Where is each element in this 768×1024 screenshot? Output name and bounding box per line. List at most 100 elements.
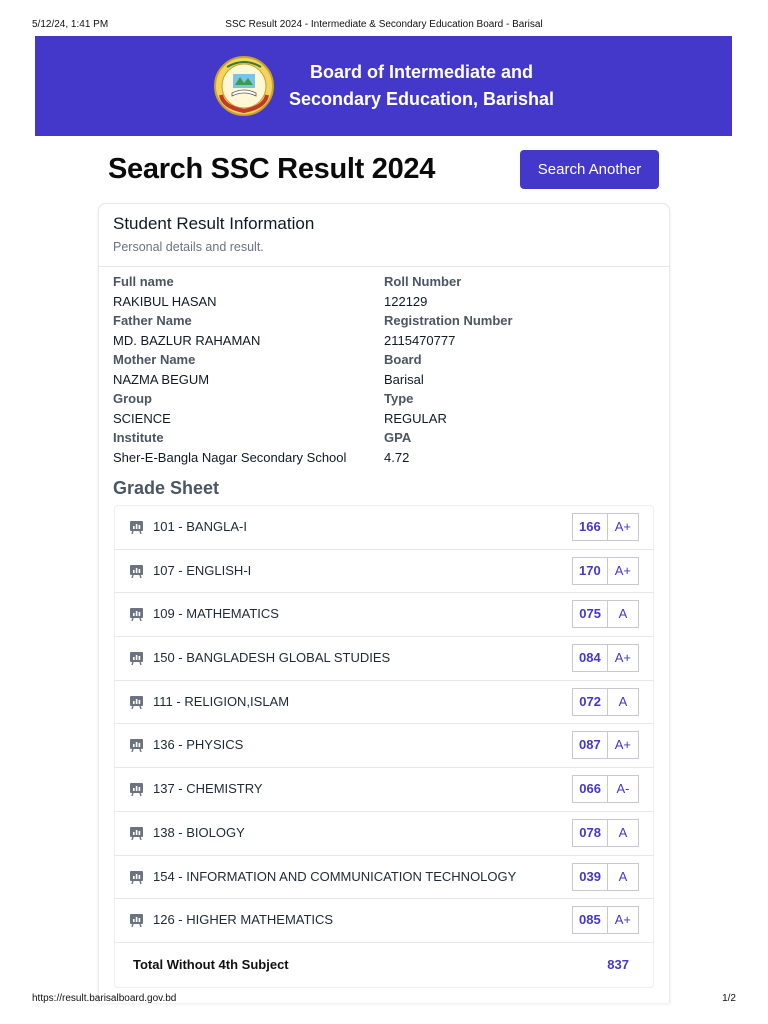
- info-label: GPA: [384, 430, 412, 445]
- chart-icon: [130, 564, 143, 578]
- subject-mark: 166: [573, 514, 608, 540]
- subject-name: 150 - BANGLADESH GLOBAL STUDIES: [153, 650, 391, 666]
- total-value: 837: [607, 956, 629, 972]
- card-header: Student Result Information Personal deta…: [99, 204, 669, 267]
- student-info-right-column: Roll Number 122129 Registration Number 2…: [384, 272, 644, 467]
- subject-mark: 072: [573, 688, 608, 715]
- grade-sheet-title: Grade Sheet: [113, 478, 220, 498]
- subject-mark: 084: [573, 645, 608, 672]
- subject-name: 101 - BANGLA-I: [153, 519, 247, 534]
- chart-icon: [130, 739, 143, 753]
- grade-row: 111 - RELIGION,ISLAM 072 A: [115, 681, 653, 725]
- subject-grade: A: [618, 606, 628, 622]
- grade-row: 126 - HIGHER MATHEMATICS 085 A+: [115, 899, 653, 943]
- info-label: Board: [384, 352, 422, 367]
- info-label: Group: [113, 391, 152, 406]
- grade-row: 101 - BANGLA-I 166 A+: [115, 506, 653, 550]
- student-info: Full name RAKIBUL HASAN Father Name MD. …: [99, 267, 669, 467]
- info-value: REGULAR: [384, 410, 447, 426]
- grade-box: 166 A+: [572, 513, 639, 541]
- grade-row: 137 - CHEMISTRY 066 A-: [115, 768, 653, 812]
- subject-grade: A-: [616, 781, 630, 797]
- grade-box: 075 A: [572, 600, 639, 629]
- grade-row: 136 - PHYSICS 087 A+: [115, 724, 653, 769]
- student-result-card: Student Result Information Personal deta…: [98, 203, 670, 1003]
- grade-box: 085 A+: [572, 906, 639, 935]
- subject-mark: 039: [573, 863, 608, 890]
- info-value: SCIENCE: [113, 410, 171, 426]
- grade-box: 087 A+: [572, 731, 639, 760]
- subject-grade: A+: [614, 737, 631, 753]
- card-subtitle: Personal details and result.: [113, 240, 264, 254]
- student-info-left-column: Full name RAKIBUL HASAN Father Name MD. …: [113, 272, 373, 467]
- subject-mark: 075: [573, 601, 608, 628]
- grade-sheet-list: 101 - BANGLA-I 166 A+ 107 - ENGLISH-I 170 A+ 1…: [114, 505, 654, 988]
- grade-row: 150 - BANGLADESH GLOBAL STUDIES 084 A+: [115, 637, 653, 681]
- chart-icon: [130, 521, 143, 534]
- info-value: 4.72: [384, 449, 410, 465]
- grade-row: 107 - ENGLISH-I 170 A+: [115, 550, 653, 594]
- banner-title-line2: Secondary Education, Barishal: [288, 89, 555, 109]
- subject-grade: A: [618, 824, 628, 840]
- search-another-button[interactable]: Search Another: [520, 150, 659, 189]
- heading-row: Search SSC Result 2024 Search Another: [108, 150, 659, 190]
- info-value: 122129: [384, 293, 428, 309]
- chart-icon: [130, 608, 143, 622]
- info-label: Institute: [113, 430, 164, 445]
- info-label: Roll Number: [384, 274, 462, 289]
- subject-mark: 087: [573, 732, 608, 759]
- subject-name: 154 - INFORMATION AND COMMUNICATION TECH…: [153, 868, 517, 884]
- info-value: Sher-E-Bangla Nagar Secondary School: [113, 449, 347, 465]
- info-value: RAKIBUL HASAN: [113, 293, 217, 309]
- banner-title-line1: Board of Intermediate and: [309, 62, 533, 82]
- grade-box: 078 A: [572, 818, 639, 847]
- card-title: Student Result Information: [113, 214, 315, 233]
- total-label: Total Without 4th Subject: [133, 956, 289, 972]
- info-label: Registration Number: [384, 313, 513, 328]
- subject-mark: 066: [573, 776, 608, 803]
- subject-name: 126 - HIGHER MATHEMATICS: [153, 912, 334, 928]
- banner-title: Board of Intermediate and Secondary Educ…: [289, 59, 554, 113]
- board-banner: Board of Intermediate and Secondary Educ…: [35, 36, 732, 136]
- info-label: Full name: [113, 274, 174, 289]
- grade-row: 109 - MATHEMATICS 075 A: [115, 593, 653, 638]
- subject-grade: A+: [614, 650, 631, 666]
- grade-box: 084 A+: [572, 644, 639, 673]
- info-value: Barisal: [384, 371, 424, 387]
- subject-mark: 170: [573, 557, 608, 584]
- chart-icon: [130, 870, 143, 884]
- subject-mark: 085: [573, 907, 608, 934]
- info-label: Mother Name: [113, 352, 196, 367]
- subject-name: 138 - BIOLOGY: [153, 824, 245, 840]
- chart-icon: [130, 783, 143, 797]
- grade-row: 138 - BIOLOGY 078 A: [115, 812, 653, 856]
- subject-name: 136 - PHYSICS: [153, 737, 244, 753]
- board-seal-icon: [213, 56, 274, 116]
- subject-grade: A: [618, 693, 628, 709]
- chart-icon: [130, 914, 143, 928]
- subject-grade: A+: [614, 912, 631, 928]
- grade-row: 154 - INFORMATION AND COMMUNICATION TECH…: [115, 856, 653, 900]
- info-value: MD. BAZLUR RAHAMAN: [113, 332, 261, 348]
- info-value: 2115470777: [384, 332, 456, 348]
- grade-box: 066 A-: [572, 775, 639, 804]
- subject-name: 137 - CHEMISTRY: [153, 781, 263, 797]
- print-header: 5/12/24, 1:41 PM SSC Result 2024 - Inter…: [32, 19, 736, 33]
- subject-name: 107 - ENGLISH-I: [153, 562, 252, 578]
- subject-grade: A+: [614, 562, 631, 578]
- grade-box: 072 A: [572, 687, 639, 716]
- page-title: Search SSC Result 2024: [108, 153, 436, 185]
- page-number: 1/2: [722, 993, 736, 1004]
- print-document-title: SSC Result 2024 - Intermediate & Seconda…: [225, 19, 543, 30]
- info-label: Type: [384, 391, 414, 406]
- subject-grade: A: [618, 868, 628, 884]
- total-row: Total Without 4th Subject 837: [115, 943, 653, 987]
- info-label: Father Name: [113, 313, 192, 328]
- subject-mark: 078: [573, 819, 608, 846]
- chart-icon: [130, 826, 143, 840]
- chart-icon: [130, 652, 143, 666]
- page-url: https://result.barisalboard.gov.bd: [32, 993, 177, 1004]
- subject-name: 111 - RELIGION,ISLAM: [153, 693, 290, 709]
- info-value: NAZMA BEGUM: [113, 371, 210, 387]
- grade-box: 039 A: [572, 862, 639, 891]
